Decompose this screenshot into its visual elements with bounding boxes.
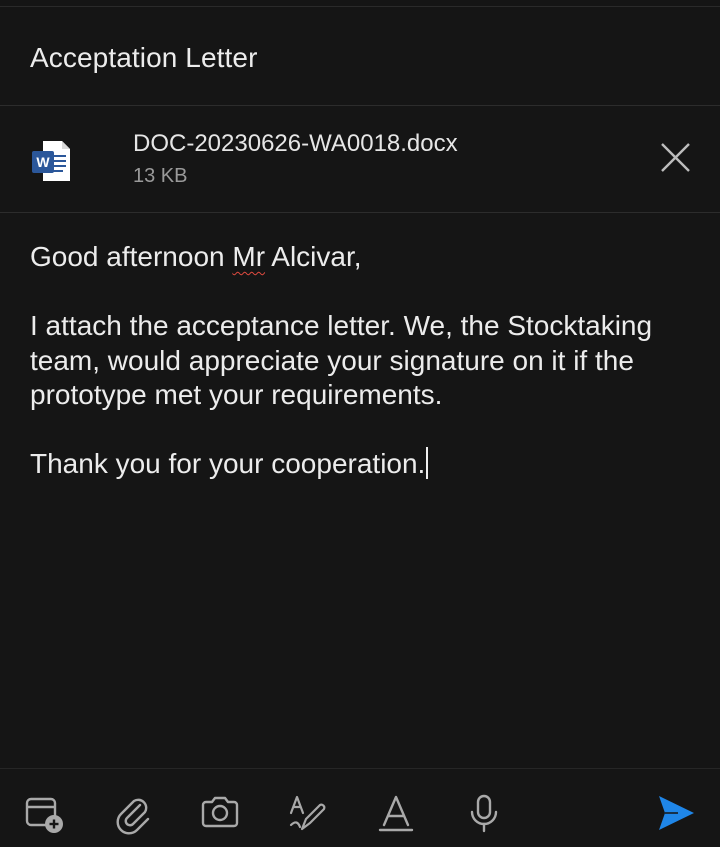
word-doc-icon: W xyxy=(31,140,71,182)
attachment-file-size: 13 KB xyxy=(133,165,188,187)
greeting-suffix: Alcivar, xyxy=(265,241,362,272)
text-format-button[interactable] xyxy=(374,791,418,835)
close-icon xyxy=(661,143,690,172)
attach-file-button[interactable] xyxy=(110,791,154,835)
spellcheck-flagged-word[interactable]: Mr xyxy=(232,241,265,272)
body-line: I attach the acceptance letter. We, the … xyxy=(30,310,653,341)
subject-field[interactable]: Acceptation Letter xyxy=(0,7,720,106)
dictation-button[interactable] xyxy=(462,791,506,835)
calendar-add-icon xyxy=(25,797,63,833)
text-format-icon xyxy=(378,795,414,832)
text-cursor xyxy=(426,447,429,479)
handwriting-icon xyxy=(289,795,326,831)
compose-screen: Acceptation Letter W DOC-20230626-WA0018… xyxy=(0,0,720,847)
svg-text:W: W xyxy=(36,154,50,170)
message-body-editor[interactable]: Good afternoon Mr Alcivar, I attach the … xyxy=(30,240,700,482)
handwriting-button[interactable] xyxy=(286,791,330,835)
camera-icon xyxy=(201,796,239,828)
attachment-row[interactable]: W DOC-20230626-WA0018.docx 13 KB xyxy=(0,106,720,213)
closing-text: Thank you for your cooperation. xyxy=(30,448,426,479)
greeting-prefix: Good afternoon xyxy=(30,241,233,272)
send-button[interactable] xyxy=(654,791,698,835)
closing-line: Thank you for your cooperation. xyxy=(30,447,700,482)
microphone-icon xyxy=(470,794,498,833)
send-icon xyxy=(659,796,694,830)
greeting-line: Good afternoon Mr Alcivar, xyxy=(30,240,700,275)
remove-attachment-button[interactable] xyxy=(650,132,702,184)
camera-button[interactable] xyxy=(198,791,242,835)
attachment-file-name[interactable]: DOC-20230626-WA0018.docx xyxy=(133,130,458,158)
subject-text[interactable]: Acceptation Letter xyxy=(30,42,258,74)
add-calendar-button[interactable] xyxy=(22,791,66,835)
compose-toolbar xyxy=(0,768,720,847)
body-line: prototype met your requirements. xyxy=(30,379,443,410)
paperclip-icon xyxy=(116,798,150,835)
body-line: team, would appreciate your signature on… xyxy=(30,344,634,376)
